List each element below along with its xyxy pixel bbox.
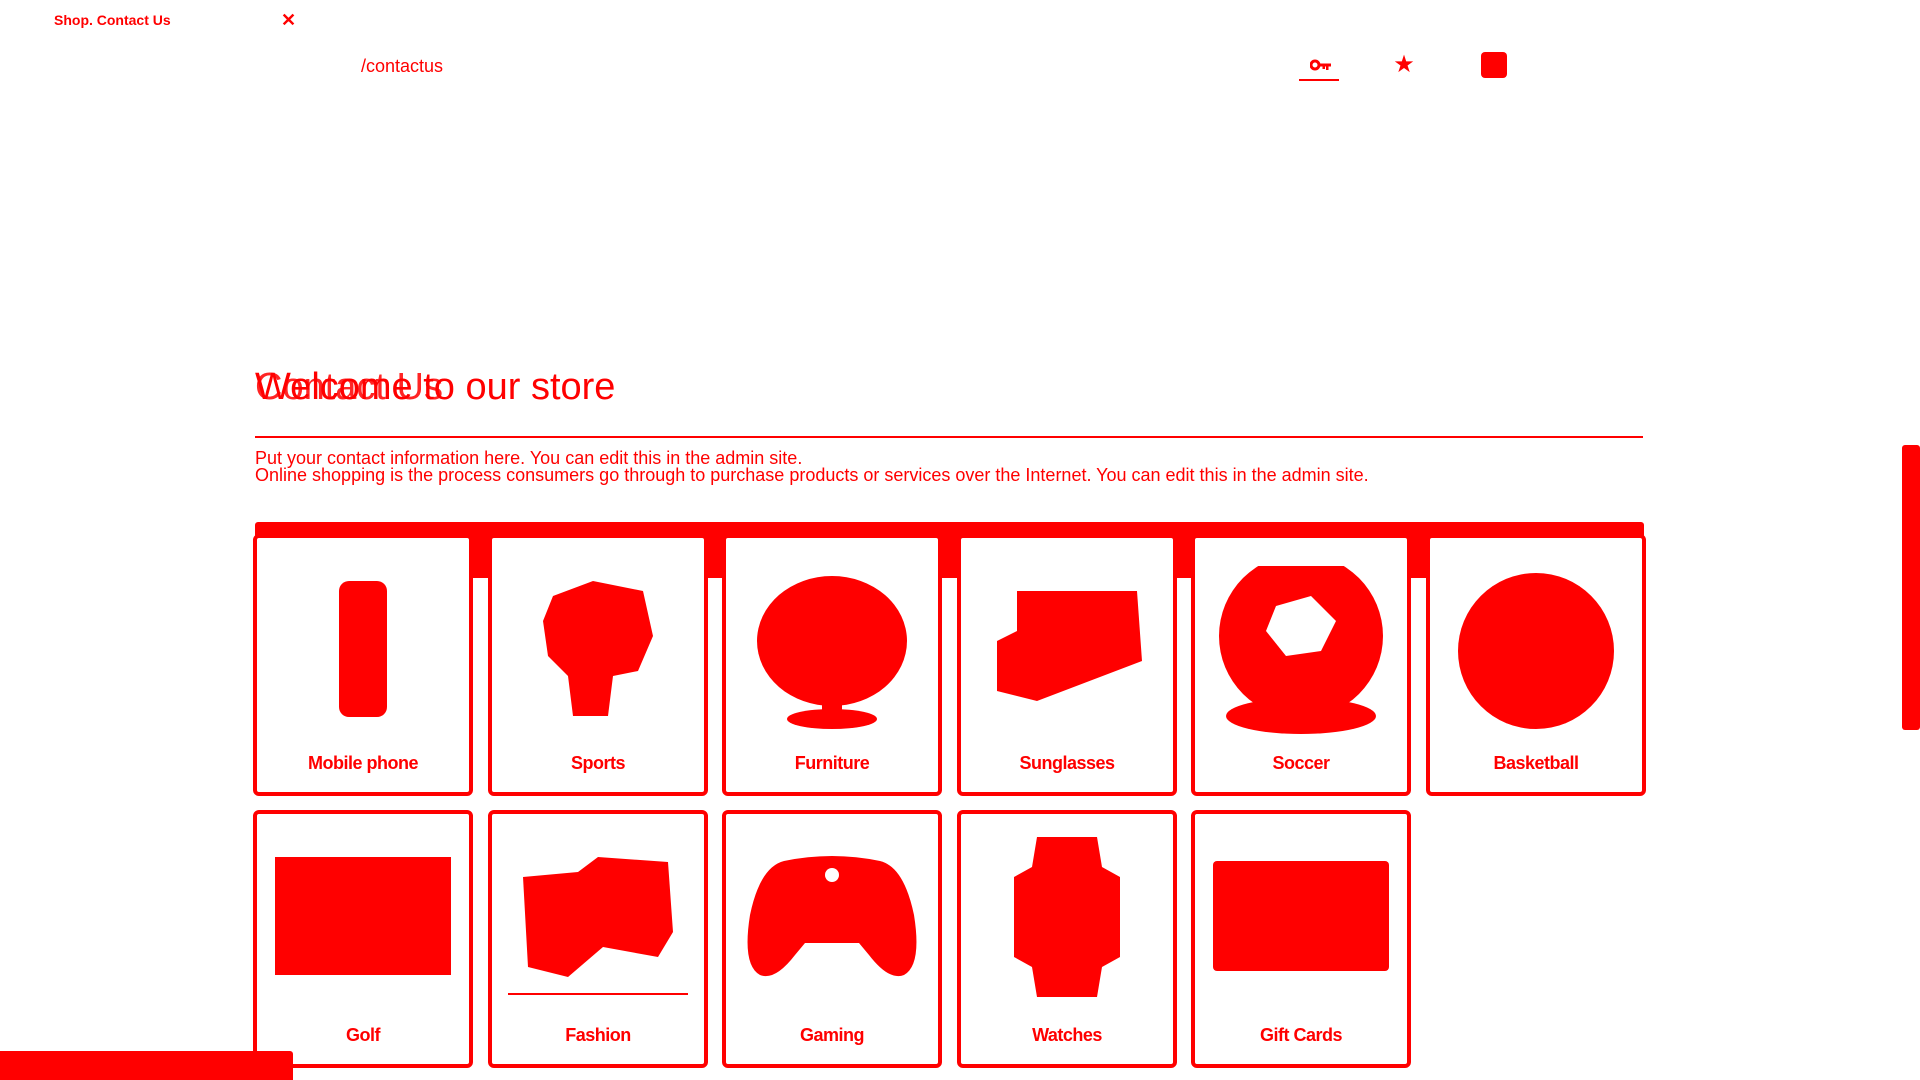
key-icon[interactable] bbox=[1306, 52, 1336, 78]
page-heading: Contact Us Welcome to our store bbox=[255, 366, 1645, 408]
category-label: Watches bbox=[1032, 1025, 1102, 1045]
extension-icon[interactable] bbox=[1479, 52, 1509, 78]
basketball-icon bbox=[1430, 573, 1642, 729]
sports-icon bbox=[492, 576, 704, 726]
category-tile-gaming[interactable]: Gaming bbox=[722, 810, 942, 1068]
page-scrollbar[interactable] bbox=[1902, 445, 1920, 730]
category-tile-furniture[interactable]: Furniture bbox=[722, 534, 942, 796]
category-tile-sports[interactable]: Sports bbox=[488, 534, 708, 796]
heading-divider bbox=[255, 436, 1643, 438]
category-label: Golf bbox=[346, 1025, 381, 1045]
sunglasses-icon bbox=[961, 576, 1173, 726]
category-tile-golf[interactable]: Golf bbox=[253, 810, 473, 1068]
welcome-heading: Welcome to our store bbox=[255, 366, 616, 408]
category-label: Gift Cards bbox=[1259, 1025, 1343, 1045]
welcome-text: Online shopping is the process consumers… bbox=[255, 465, 1369, 485]
url-text[interactable]: /contactus bbox=[361, 56, 443, 77]
category-label: Gaming bbox=[799, 1025, 865, 1045]
category-tile-fashion[interactable]: Fashion bbox=[488, 810, 708, 1068]
browser-tab-bar: Shop. Contact Us ✕ bbox=[0, 0, 1920, 40]
category-tile-soccer[interactable]: Soccer bbox=[1191, 534, 1411, 796]
gift-card-icon bbox=[1195, 832, 1407, 1002]
golf-icon bbox=[257, 832, 469, 1002]
category-label: Furniture bbox=[794, 753, 870, 773]
category-label: Sports bbox=[570, 753, 626, 773]
status-bar bbox=[0, 1051, 293, 1080]
tab-title[interactable]: Shop. Contact Us bbox=[54, 12, 171, 28]
game-controller-icon bbox=[726, 832, 938, 1002]
category-tile-watches[interactable]: Watches bbox=[957, 810, 1177, 1068]
soccer-ball-icon bbox=[1195, 566, 1407, 734]
category-label: Fashion bbox=[565, 1025, 631, 1045]
address-bar bbox=[0, 44, 1920, 88]
category-tile-basketball[interactable]: Basketball bbox=[1426, 534, 1646, 796]
category-label: Sunglasses bbox=[1019, 753, 1115, 773]
category-label: Soccer bbox=[1272, 753, 1330, 773]
category-label: Basketball bbox=[1493, 753, 1579, 773]
category-label: Mobile phone bbox=[308, 753, 419, 773]
category-tile-mobile-phone[interactable]: Mobile phone bbox=[253, 534, 473, 796]
category-tile-gift-cards[interactable]: Gift Cards bbox=[1191, 810, 1411, 1068]
active-indicator bbox=[1299, 79, 1339, 81]
category-tile-sunglasses[interactable]: Sunglasses bbox=[957, 534, 1177, 796]
furniture-icon bbox=[726, 576, 938, 729]
star-icon[interactable]: ★ bbox=[1389, 52, 1419, 78]
mobile-phone-icon bbox=[257, 576, 469, 726]
fashion-icon bbox=[492, 832, 704, 1002]
close-icon[interactable]: ✕ bbox=[281, 10, 296, 31]
watch-icon bbox=[961, 832, 1173, 1002]
